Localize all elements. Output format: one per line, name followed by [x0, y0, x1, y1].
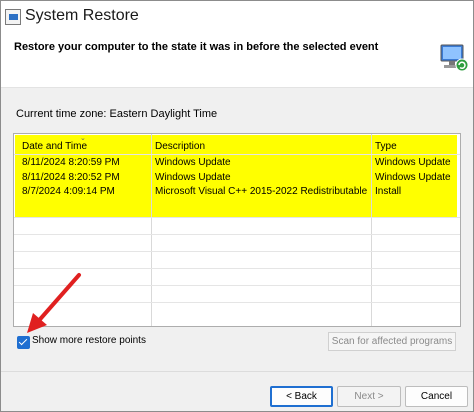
system-restore-window: System Restore Restore your computer to …: [0, 0, 474, 412]
column-divider: [151, 134, 152, 326]
cell-type: Windows Update: [375, 172, 451, 183]
row-divider: [14, 251, 460, 252]
row-divider: [14, 234, 460, 235]
column-header-date[interactable]: Date and Time: [22, 141, 87, 152]
footer-divider: [1, 371, 473, 372]
column-header-description[interactable]: Description: [155, 141, 205, 152]
back-button[interactable]: < Back: [270, 386, 333, 407]
computer-restore-icon: [440, 44, 469, 72]
system-restore-icon: [5, 9, 21, 25]
timezone-label: Current time zone: Eastern Daylight Time: [16, 108, 218, 120]
red-arrow-annotation-icon: [27, 273, 81, 333]
cell-date: 8/7/2024 4:09:14 PM: [22, 186, 115, 197]
row-divider: [14, 154, 460, 155]
header-instruction: Restore your computer to the state it wa…: [14, 41, 379, 53]
cell-date: 8/11/2024 8:20:59 PM: [22, 157, 120, 168]
next-button[interactable]: Next >: [337, 386, 401, 407]
row-divider: [14, 217, 460, 218]
sort-chevron-icon: ⌄: [80, 135, 86, 142]
scan-affected-programs-button[interactable]: Scan for affected programs: [328, 332, 456, 351]
cell-description: Windows Update: [155, 157, 231, 168]
title-bar: System Restore: [1, 1, 473, 35]
cancel-button[interactable]: Cancel: [405, 386, 468, 407]
cell-description: Microsoft Visual C++ 2015-2022 Redistrib…: [155, 186, 369, 197]
column-header-type[interactable]: Type: [375, 141, 397, 152]
cell-type: Windows Update: [375, 157, 451, 168]
window-title: System Restore: [25, 7, 139, 24]
header-panel: Restore your computer to the state it wa…: [1, 35, 473, 88]
cell-type: Install: [375, 186, 402, 197]
cell-description: Windows Update: [155, 172, 231, 183]
cell-date: 8/11/2024 8:20:52 PM: [22, 172, 120, 183]
column-divider: [371, 134, 372, 326]
